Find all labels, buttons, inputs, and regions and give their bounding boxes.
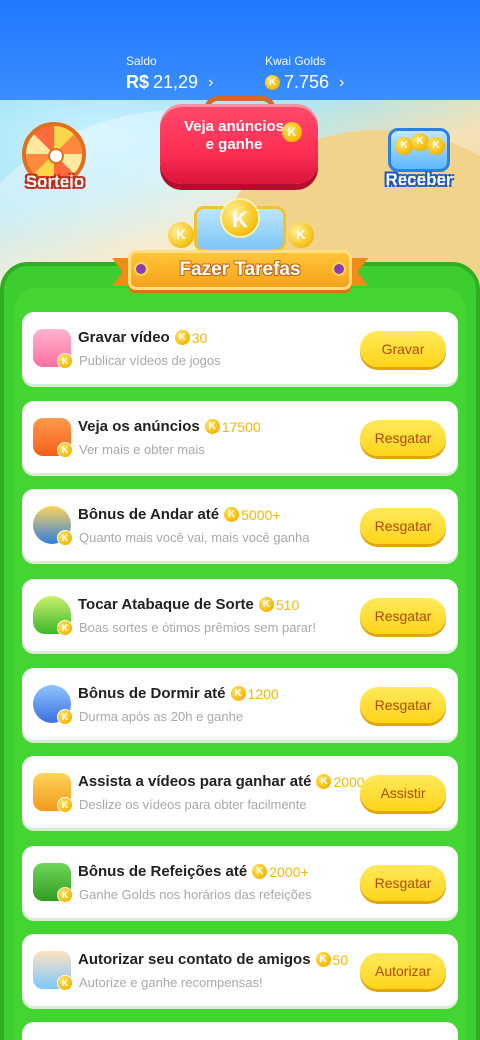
task-description: Ganhe Golds nos horários das refeições bbox=[79, 887, 312, 902]
resgatar-button[interactable]: Resgatar bbox=[360, 687, 446, 723]
task-name: Bônus de Andar até bbox=[78, 506, 220, 523]
resgatar-button[interactable]: Resgatar bbox=[360, 865, 446, 901]
walking-person-icon: K bbox=[30, 503, 74, 547]
task-description: Quanto mais você vai, mais você ganha bbox=[79, 530, 310, 545]
kwai-coin-icon: K bbox=[168, 222, 194, 248]
task-name: Bônus de Dormir até bbox=[78, 685, 226, 702]
bird-icon bbox=[134, 262, 148, 276]
chevron-right-icon: › bbox=[339, 73, 345, 91]
watch-ads-button[interactable]: Veja anúncios e ganhe K bbox=[160, 104, 318, 184]
task-name: Gravar vídeo bbox=[78, 329, 170, 346]
task-card: K Autorizar seu contato de amigos K 50 Au… bbox=[22, 934, 458, 1006]
ad-button-line2: e ganhe bbox=[205, 136, 263, 153]
golds-label: Kwai Golds bbox=[265, 54, 326, 68]
task-name: Tocar Atabaque de Sorte bbox=[78, 596, 254, 613]
task-description: Durma após as 20h e ganhe bbox=[79, 709, 244, 724]
drum-icon: K bbox=[30, 593, 74, 637]
bird-icon bbox=[332, 262, 346, 276]
saldo-currency: R$ bbox=[126, 72, 150, 92]
task-reward: 50 bbox=[332, 951, 349, 968]
task-description: Autorize e ganhe recompensas! bbox=[79, 975, 263, 990]
task-card: K Bônus de Refeições até K 2000+ Ganhe Go… bbox=[22, 846, 458, 918]
video-camera-icon: K bbox=[30, 770, 74, 814]
task-card: K Veja os anúncios K 17500 Ver mais e obt… bbox=[22, 401, 458, 473]
coin-chest-icon: K K K bbox=[388, 128, 450, 172]
task-name: Assista a vídeos para ganhar até bbox=[78, 773, 312, 790]
task-reward: 2000+ bbox=[269, 863, 309, 880]
task-reward: 510 bbox=[275, 596, 300, 613]
camera-gift-icon: K bbox=[30, 326, 74, 370]
kwai-coin-icon: K bbox=[288, 222, 314, 248]
task-reward: 1200 bbox=[247, 685, 279, 702]
task-description: Ver mais e obter mais bbox=[79, 442, 205, 457]
kwai-big-coin-icon: K bbox=[220, 198, 260, 238]
kwai-coin-icon: K bbox=[224, 507, 240, 522]
task-reward: 30 bbox=[191, 329, 208, 346]
kwai-coin-icon: K bbox=[252, 864, 268, 879]
meal-calendar-icon: K bbox=[30, 860, 74, 904]
task-card: K Gravar vídeo K 30 Publicar vídeos de jo… bbox=[22, 312, 458, 384]
ad-button-line1: Veja anúncios bbox=[183, 118, 285, 135]
tasks-banner: K K K Fazer Tarefas bbox=[112, 196, 368, 296]
task-reward: 5000+ bbox=[241, 506, 281, 523]
moon-sleep-icon: K bbox=[30, 682, 74, 726]
wallet-header: Saldo R$ 21,29 › Kwai Golds K 7.756 › bbox=[0, 0, 480, 100]
task-card: K Bônus de Andar até K 5000+ Quanto mais … bbox=[22, 489, 458, 561]
task-description: Deslize os vídeos para obter facilmente bbox=[79, 797, 307, 812]
task-name: Autorizar seu contato de amigos bbox=[78, 951, 311, 968]
kwai-coin-icon: K bbox=[427, 137, 445, 155]
gravar-button[interactable]: Gravar bbox=[360, 331, 446, 367]
saldo-value: 21,29 bbox=[153, 72, 199, 92]
sorteio-button[interactable]: Sorteio bbox=[18, 122, 92, 192]
receber-button[interactable]: K K K Receber bbox=[378, 128, 460, 194]
kwai-coin-icon: K bbox=[174, 330, 190, 345]
task-description: Boas sortes e ótimos prêmios sem parar! bbox=[79, 620, 316, 635]
receber-label: Receber bbox=[385, 170, 453, 189]
hand-contact-icon: K bbox=[30, 948, 74, 992]
assistir-button[interactable]: Assistir bbox=[360, 775, 446, 811]
kwai-coin-icon: K bbox=[315, 952, 331, 967]
task-name: Bônus de Refeições até bbox=[78, 863, 248, 880]
kwai-coin-icon: K bbox=[265, 75, 280, 90]
kwai-coin-icon: K bbox=[204, 419, 220, 434]
kwai-coin-icon: K bbox=[411, 133, 429, 151]
golds-value: 7.756 bbox=[284, 72, 330, 92]
task-description: Publicar vídeos de jogos bbox=[79, 353, 221, 368]
task-card: K Tocar Atabaque de Sorte K 510 Boas sort… bbox=[22, 579, 458, 651]
banner-ribbon: Fazer Tarefas bbox=[128, 250, 352, 290]
resgatar-button[interactable]: Resgatar bbox=[360, 420, 446, 456]
golds-stat[interactable]: Kwai Golds K 7.756 › bbox=[265, 54, 344, 93]
saldo-label: Saldo bbox=[126, 54, 157, 68]
kwai-coin-icon: K bbox=[316, 774, 332, 789]
task-name: Veja os anúncios bbox=[78, 418, 200, 435]
saldo-stat[interactable]: Saldo R$ 21,29 › bbox=[126, 54, 213, 93]
task-card: K Assista a vídeos para ganhar até K 2000… bbox=[22, 756, 458, 828]
chevron-right-icon: › bbox=[208, 73, 214, 91]
tv-play-icon: K bbox=[30, 415, 74, 459]
resgatar-button[interactable]: Resgatar bbox=[360, 598, 446, 634]
resgatar-button[interactable]: Resgatar bbox=[360, 508, 446, 544]
kwai-coin-icon: K bbox=[258, 597, 274, 612]
banner-title: Fazer Tarefas bbox=[179, 259, 301, 280]
kwai-coin-icon: K bbox=[230, 686, 246, 701]
task-reward: 17500 bbox=[221, 418, 261, 435]
task-card-partial bbox=[22, 1022, 458, 1040]
task-card: K Bônus de Dormir até K 1200 Durma após a… bbox=[22, 668, 458, 740]
autorizar-button[interactable]: Autorizar bbox=[360, 953, 446, 989]
sorteio-label: Sorteio bbox=[25, 172, 85, 191]
kwai-coin-icon: K bbox=[282, 122, 302, 142]
